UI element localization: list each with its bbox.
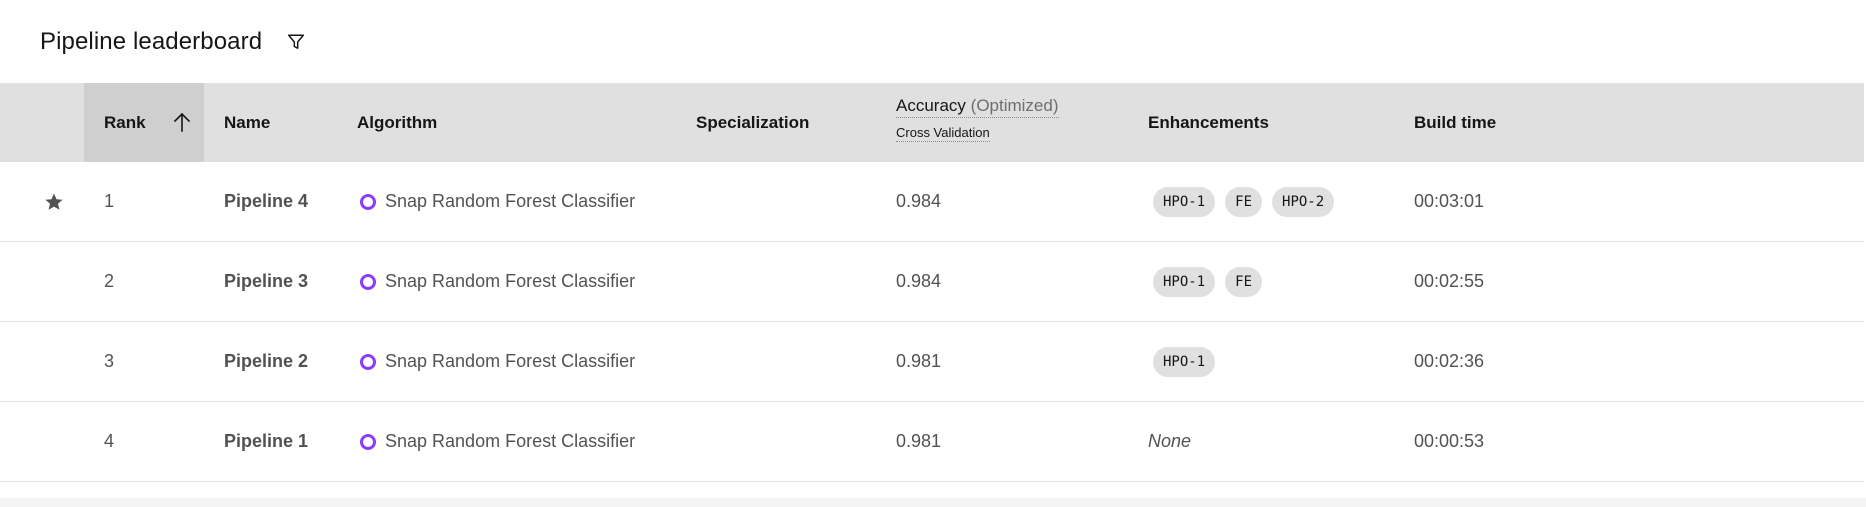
accuracy-value: 0.981 — [896, 431, 942, 451]
rank-cell: 1 — [104, 162, 114, 241]
accuracy-cell: 0.984 — [896, 162, 941, 241]
table-header: Rank Name Algorithm Specialization Accur… — [0, 83, 1864, 162]
table-body: 1 Pipeline 4 Snap Random Forest Classifier… — [0, 162, 1864, 482]
algorithm-circle-icon — [360, 193, 376, 210]
accuracy-value: 0.981 — [896, 351, 942, 371]
algorithm-name: Snap Random Forest Classifier — [385, 351, 636, 371]
arrow-up-icon[interactable] — [170, 110, 194, 134]
build-time-cell: 00:00:53 — [1414, 402, 1484, 481]
accuracy-cell: 0.981 — [896, 402, 941, 481]
algorithm-cell: Snap Random Forest Classifier — [360, 242, 635, 321]
accuracy-cell: 0.984 — [896, 242, 941, 321]
name-cell[interactable]: Pipeline 2 — [224, 322, 308, 401]
enhancements-cell: HPO-1 — [1153, 322, 1225, 401]
build-time-value: 00:02:36 — [1414, 351, 1485, 371]
column-header-build-time[interactable]: Build time — [1414, 83, 1496, 162]
table-row[interactable]: 1 Pipeline 4 Snap Random Forest Classifier… — [0, 162, 1864, 242]
filter-icon — [288, 34, 305, 49]
algorithm-circle-icon — [360, 433, 376, 450]
build-time-value: 00:03:01 — [1414, 191, 1485, 211]
page-title: Pipeline leaderboard — [40, 28, 263, 55]
accuracy-value: 0.984 — [896, 191, 942, 211]
name-cell[interactable]: Pipeline 3 — [224, 242, 308, 321]
enhancement-tag: HPO-1 — [1153, 186, 1216, 217]
enhancements-none: None — [1148, 431, 1192, 451]
pipeline-name: Pipeline 2 — [224, 351, 309, 371]
algorithm-circle-icon — [360, 273, 376, 290]
rank-value: 3 — [104, 351, 115, 371]
algorithm-name: Snap Random Forest Classifier — [385, 431, 636, 451]
enhancements-cell: HPO-1 FE — [1153, 242, 1272, 321]
name-cell[interactable]: Pipeline 1 — [224, 402, 308, 481]
enhancements-cell: None — [1148, 402, 1191, 481]
algorithm-circle-icon — [360, 353, 376, 370]
accuracy-qualifier: (Optimized) — [970, 96, 1059, 115]
enhancement-tag: FE — [1225, 186, 1263, 217]
rank-cell: 4 — [104, 402, 114, 481]
pipeline-name: Pipeline 4 — [224, 191, 309, 211]
table-row[interactable]: 4 Pipeline 1 Snap Random Forest Classifier… — [0, 402, 1864, 482]
pipeline-name: Pipeline 3 — [224, 271, 309, 291]
pipeline-name: Pipeline 1 — [224, 431, 309, 451]
column-header-enhancements[interactable]: Enhancements — [1148, 83, 1269, 162]
accuracy-value: 0.984 — [896, 271, 942, 291]
column-header-specialization[interactable]: Specialization — [696, 83, 809, 162]
algorithm-name: Snap Random Forest Classifier — [385, 271, 636, 291]
algorithm-cell: Snap Random Forest Classifier — [360, 402, 635, 481]
enhancement-tag: FE — [1225, 266, 1263, 297]
accuracy-cell: 0.981 — [896, 322, 941, 401]
table-row[interactable]: 3 Pipeline 2 Snap Random Forest Classifier… — [0, 322, 1864, 402]
build-time-cell: 00:03:01 — [1414, 162, 1484, 241]
enhancement-tag: HPO-1 — [1153, 346, 1216, 377]
filter-button[interactable] — [282, 28, 310, 56]
algorithm-name: Snap Random Forest Classifier — [385, 191, 636, 211]
pipeline-leaderboard: Pipeline leaderboard Rank Name Algorithm… — [0, 0, 1866, 507]
column-header-name[interactable]: Name — [224, 83, 270, 162]
name-cell[interactable]: Pipeline 4 — [224, 162, 308, 241]
build-time-cell: 00:02:55 — [1414, 242, 1484, 321]
build-time-value: 00:02:55 — [1414, 271, 1485, 291]
column-header-algorithm[interactable]: Algorithm — [357, 83, 437, 162]
column-header-rank[interactable]: Rank — [104, 83, 146, 162]
leaderboard-header: Pipeline leaderboard — [40, 22, 310, 62]
rank-cell: 2 — [104, 242, 114, 321]
rank-cell: 3 — [104, 322, 114, 401]
leaderboard-table: Rank Name Algorithm Specialization Accur… — [0, 83, 1864, 482]
enhancements-cell: HPO-1 FE HPO-2 — [1153, 162, 1344, 241]
star-icon — [45, 193, 63, 210]
algorithm-cell: Snap Random Forest Classifier — [360, 322, 635, 401]
rank-value: 1 — [104, 191, 115, 211]
build-time-value: 00:00:53 — [1414, 431, 1485, 451]
table-footer-strip — [0, 498, 1866, 507]
build-time-cell: 00:02:36 — [1414, 322, 1484, 401]
table-row[interactable]: 2 Pipeline 3 Snap Random Forest Classifier… — [0, 242, 1864, 322]
accuracy-subtitle: Cross Validation — [896, 125, 990, 142]
column-header-accuracy[interactable]: Accuracy (Optimized) Cross Validation — [896, 96, 1059, 142]
algorithm-cell: Snap Random Forest Classifier — [360, 162, 635, 241]
enhancement-tag: HPO-2 — [1272, 186, 1335, 217]
rank-value: 2 — [104, 271, 115, 291]
accuracy-label: Accuracy (Optimized) — [896, 96, 1059, 118]
enhancement-tag: HPO-1 — [1153, 266, 1216, 297]
rank-value: 4 — [104, 431, 115, 451]
